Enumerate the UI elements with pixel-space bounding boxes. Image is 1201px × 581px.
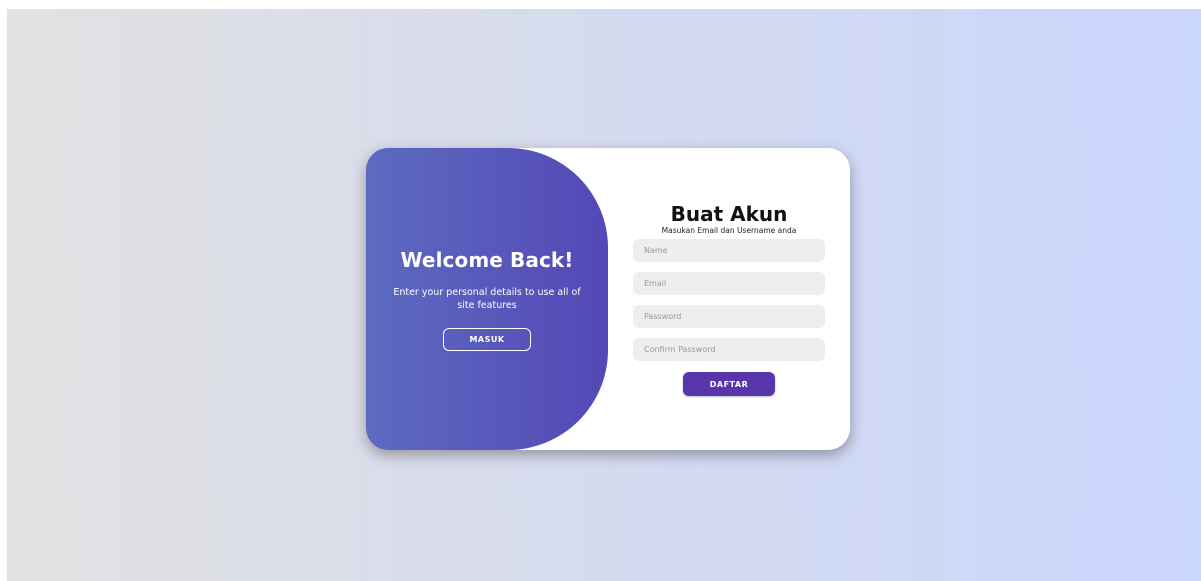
register-subtitle: Masukan Email dan Username anda bbox=[661, 226, 797, 235]
register-form: Buat Akun Masukan Email dan Username and… bbox=[632, 148, 826, 450]
name-field[interactable] bbox=[633, 239, 825, 262]
welcome-title: Welcome Back! bbox=[400, 247, 574, 272]
register-title: Buat Akun bbox=[670, 202, 788, 226]
confirm-password-field[interactable] bbox=[633, 338, 825, 361]
email-field[interactable] bbox=[633, 272, 825, 295]
password-field[interactable] bbox=[633, 305, 825, 328]
auth-card: Welcome Back! Enter your personal detail… bbox=[366, 148, 850, 450]
page-background: Welcome Back! Enter your personal detail… bbox=[7, 9, 1201, 581]
login-button[interactable]: MASUK bbox=[443, 327, 531, 351]
welcome-text: Enter your personal details to use all o… bbox=[393, 286, 581, 311]
register-button[interactable]: DAFTAR bbox=[683, 372, 775, 396]
welcome-panel: Welcome Back! Enter your personal detail… bbox=[366, 148, 608, 450]
